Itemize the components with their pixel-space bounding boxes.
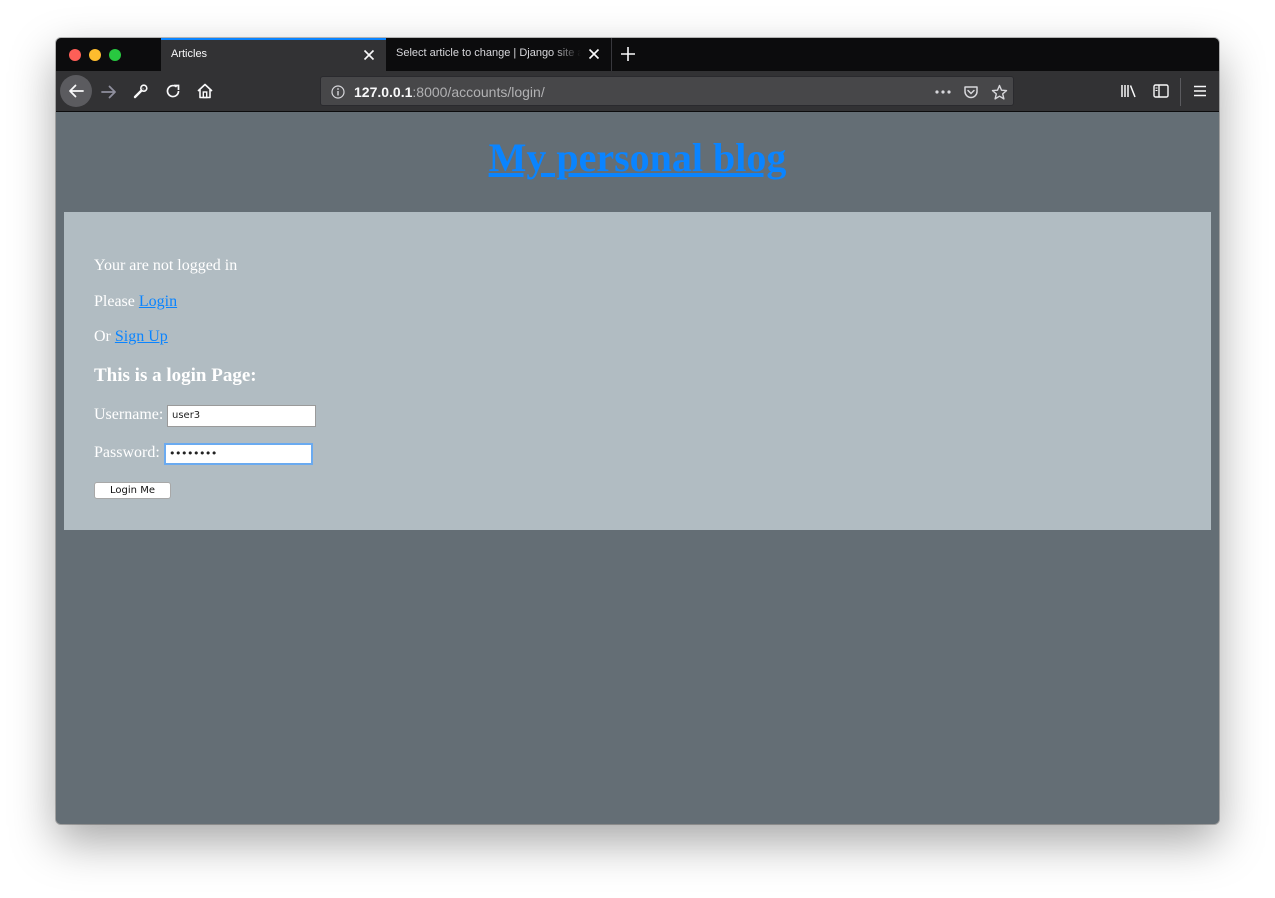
username-field[interactable]: user3 bbox=[167, 405, 316, 427]
or-prefix: Or bbox=[94, 328, 111, 345]
signup-link[interactable]: Sign Up bbox=[115, 328, 168, 345]
tab-title: Articles bbox=[171, 48, 208, 60]
sidebar-icon[interactable] bbox=[1151, 81, 1171, 101]
home-icon[interactable] bbox=[195, 81, 215, 101]
wrench-icon[interactable] bbox=[131, 81, 151, 101]
login-panel: Your are not logged in Please Login Or S… bbox=[64, 212, 1211, 530]
signup-line: Or Sign Up bbox=[94, 328, 168, 346]
tab-strip: Articles Select article to change | Djan… bbox=[56, 38, 1219, 71]
pocket-icon[interactable] bbox=[961, 83, 981, 101]
library-icon[interactable] bbox=[1119, 81, 1139, 101]
close-icon[interactable] bbox=[585, 45, 603, 63]
hamburger-menu-icon[interactable] bbox=[1190, 81, 1210, 101]
forward-arrow-icon[interactable] bbox=[99, 82, 119, 102]
username-label: Username: bbox=[94, 406, 164, 423]
close-icon[interactable] bbox=[360, 46, 378, 64]
tab-django-admin[interactable]: Select article to change | Django site a… bbox=[386, 38, 612, 71]
password-field[interactable]: •••••••• bbox=[164, 443, 313, 465]
close-window-button[interactable] bbox=[69, 49, 81, 61]
password-label: Password: bbox=[94, 444, 160, 461]
info-icon[interactable] bbox=[330, 84, 346, 100]
bookmark-star-icon[interactable] bbox=[989, 82, 1009, 102]
page-content: My personal blog Your are not logged in … bbox=[56, 112, 1219, 824]
back-arrow-icon[interactable] bbox=[60, 75, 92, 107]
navigation-toolbar: 127.0.0.1:8000/accounts/login/ bbox=[56, 71, 1219, 112]
address-bar[interactable]: 127.0.0.1:8000/accounts/login/ bbox=[320, 76, 1014, 106]
tab-title: Select article to change | Django site a… bbox=[396, 47, 581, 59]
maximize-window-button[interactable] bbox=[109, 49, 121, 61]
blog-title-link[interactable]: My personal blog bbox=[489, 135, 787, 180]
reload-icon[interactable] bbox=[163, 81, 183, 101]
tab-articles[interactable]: Articles bbox=[161, 38, 386, 71]
more-actions-icon[interactable] bbox=[933, 83, 953, 101]
please-login-line: Please Login bbox=[94, 293, 177, 311]
login-submit-button[interactable]: Login Me bbox=[94, 482, 171, 499]
login-link[interactable]: Login bbox=[139, 293, 177, 310]
new-tab-plus-icon[interactable] bbox=[618, 44, 638, 64]
login-status-text: Your are not logged in bbox=[94, 257, 238, 274]
page-title: My personal blog bbox=[56, 134, 1219, 181]
browser-window: Articles Select article to change | Djan… bbox=[56, 38, 1219, 824]
toolbar-divider bbox=[1180, 78, 1181, 106]
minimize-window-button[interactable] bbox=[89, 49, 101, 61]
login-heading: This is a login Page: bbox=[94, 365, 257, 386]
please-prefix: Please bbox=[94, 293, 135, 310]
url-text: 127.0.0.1:8000/accounts/login/ bbox=[354, 84, 545, 100]
